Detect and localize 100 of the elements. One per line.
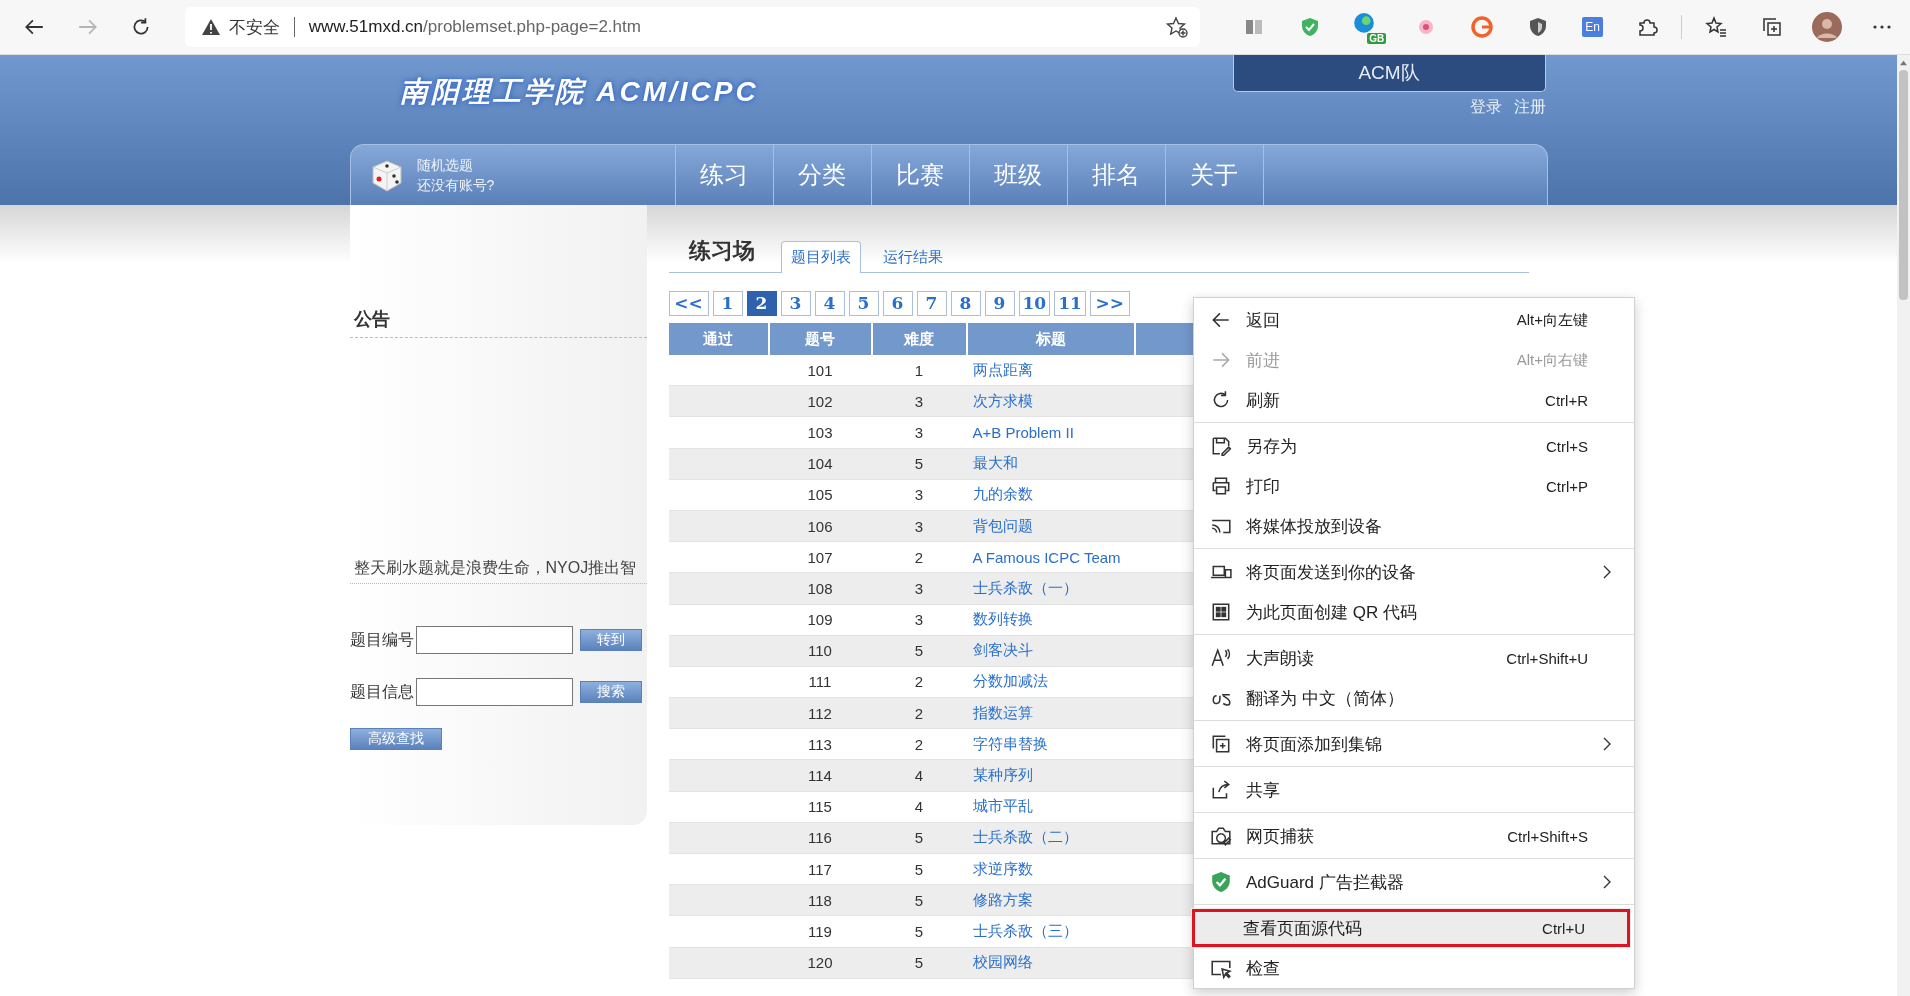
- column-header[interactable]: 标题: [966, 323, 1135, 355]
- advanced-search-button[interactable]: 高级查找: [349, 728, 442, 750]
- star-list-icon[interactable]: [1705, 16, 1727, 38]
- table-cell: 3: [871, 479, 967, 511]
- page-link[interactable]: <<: [668, 291, 709, 316]
- table-cell: 101: [768, 355, 872, 386]
- field-label: 题目信息: [349, 681, 415, 702]
- table-cell: 2: [871, 697, 967, 729]
- table-cell: 5: [871, 853, 967, 885]
- table-cell: 113: [768, 728, 872, 760]
- problem-link[interactable]: A Famous ICPC Team: [972, 548, 1121, 566]
- column-header[interactable]: 通过: [668, 323, 769, 355]
- column-header[interactable]: 难度: [871, 323, 967, 355]
- notice-title: 公告: [353, 308, 391, 331]
- problem-link[interactable]: 最大和: [972, 454, 1018, 472]
- table-cell: 114: [768, 759, 872, 792]
- share-icon: [1210, 779, 1232, 801]
- account-link[interactable]: 注册: [1513, 97, 1546, 118]
- menu-item[interactable]: 将媒体投放到设备: [1194, 506, 1634, 546]
- table-cell: 5: [871, 915, 967, 948]
- section-title: 练习场: [688, 237, 755, 265]
- menu-item[interactable]: 大声朗读 Ctrl+Shift+U: [1194, 638, 1634, 678]
- table-cell: 2: [871, 541, 967, 573]
- g-icon[interactable]: [1471, 16, 1494, 38]
- translate-button[interactable]: En: [1582, 17, 1603, 37]
- menu-item[interactable]: 打印 Ctrl+P: [1194, 466, 1634, 506]
- url-text: www.51mxd.cn/problemset.php-page=2.htm: [308, 17, 642, 37]
- page-link[interactable]: 1: [712, 291, 743, 316]
- table-cell: 120: [768, 947, 872, 979]
- page-link[interactable]: 10: [1018, 291, 1051, 316]
- problem-link[interactable]: 数列转换: [972, 610, 1033, 628]
- table-cell: 5: [871, 822, 967, 854]
- site-logo[interactable]: 南阳理工学院 ACM/ICPC: [399, 73, 759, 111]
- table-cell: 118: [768, 884, 872, 916]
- tab[interactable]: 题目列表: [780, 241, 861, 273]
- table-cell: 3: [871, 416, 967, 449]
- problem-link[interactable]: A+B Problem II: [972, 423, 1074, 441]
- table-cell: 115: [768, 791, 872, 823]
- page-link[interactable]: 4: [814, 291, 845, 316]
- account-link[interactable]: 登录: [1469, 97, 1502, 118]
- table-cell: 108: [768, 572, 872, 604]
- problem-link[interactable]: 士兵杀敌（三）: [972, 921, 1078, 939]
- problem-link[interactable]: 城市平乱: [972, 797, 1033, 815]
- page-link[interactable]: 5: [848, 291, 879, 316]
- problem-link[interactable]: 字符串替换: [972, 734, 1048, 752]
- page-link[interactable]: 7: [916, 291, 947, 316]
- table-cell: 117: [768, 853, 872, 885]
- table-cell: 3: [871, 572, 967, 604]
- address-bar[interactable]: 不安全 www.51mxd.cn/problemset.php-page=2.htm: [184, 7, 1201, 47]
- table-cell: 3: [871, 604, 967, 636]
- menu-item[interactable]: 将页面发送到你的设备: [1194, 552, 1634, 592]
- table-cell: 5: [871, 448, 967, 480]
- nav-side-link[interactable]: 还没有账号?: [416, 175, 495, 195]
- input-field[interactable]: [415, 626, 573, 654]
- collections-icon[interactable]: [1761, 16, 1783, 38]
- puzzle-icon[interactable]: [1636, 16, 1658, 38]
- star-plus-icon[interactable]: [1166, 16, 1189, 38]
- problem-link[interactable]: 九的余数: [972, 485, 1033, 503]
- column-header[interactable]: 题号: [768, 323, 872, 355]
- menu-item[interactable]: 查看页面源代码 Ctrl+U: [1191, 908, 1631, 948]
- input-field[interactable]: [415, 678, 573, 706]
- nav-side-link[interactable]: 随机选题: [416, 155, 495, 175]
- table-cell: 105: [768, 479, 872, 511]
- menu-item[interactable]: 为此页面创建 QR 代码: [1194, 592, 1634, 632]
- avatar-icon[interactable]: [1812, 12, 1842, 42]
- problem-link[interactable]: 某种序列: [972, 766, 1033, 784]
- problem-link[interactable]: 两点距离: [972, 360, 1033, 378]
- menu-item[interactable]: AdGuard 广告拦截器: [1194, 862, 1634, 902]
- page-link[interactable]: 9: [984, 291, 1015, 316]
- menu-item[interactable]: 刷新 Ctrl+R: [1194, 380, 1634, 420]
- page-link[interactable]: 2: [746, 291, 777, 316]
- table-cell: 112: [768, 697, 872, 729]
- menu-item[interactable]: 将页面添加到集锦: [1194, 724, 1634, 764]
- problem-link[interactable]: 分数加减法: [972, 672, 1048, 690]
- save-icon: [1210, 435, 1232, 457]
- page-link[interactable]: 11: [1054, 291, 1086, 316]
- scrollbar[interactable]: [1897, 55, 1910, 996]
- menu-item[interactable]: 共享: [1194, 770, 1634, 810]
- table-cell: 3: [871, 385, 967, 417]
- menu-item[interactable]: 另存为 Ctrl+S: [1194, 426, 1634, 466]
- menu-item[interactable]: 网页捕获 Ctrl+Shift+S: [1194, 816, 1634, 856]
- scroll-thumb[interactable]: [1899, 70, 1908, 300]
- scroll-up-arrow-icon[interactable]: [1899, 59, 1908, 66]
- tab[interactable]: 运行结果: [872, 241, 953, 273]
- security-warning: 不安全: [228, 16, 280, 39]
- table-cell: 102: [768, 385, 872, 417]
- menu-item[interactable]: 检查: [1194, 948, 1634, 988]
- menu-item[interactable]: 返回 Alt+向左键: [1194, 300, 1634, 340]
- page-link[interactable]: 6: [882, 291, 913, 316]
- table-cell: 111: [768, 666, 872, 698]
- menu-item[interactable]: 翻译为 中文（简体）: [1194, 678, 1634, 718]
- page-link[interactable]: >>: [1089, 291, 1130, 316]
- page-link[interactable]: 3: [780, 291, 811, 316]
- problem-link[interactable]: 求逆序数: [972, 859, 1033, 877]
- submit-button[interactable]: 转到: [579, 629, 642, 651]
- table-cell: 2: [871, 728, 967, 760]
- submit-button[interactable]: 搜索: [579, 681, 642, 703]
- page-link[interactable]: 8: [950, 291, 981, 316]
- extension-button[interactable]: GB: [1350, 10, 1387, 44]
- printer-icon: [1210, 475, 1232, 497]
